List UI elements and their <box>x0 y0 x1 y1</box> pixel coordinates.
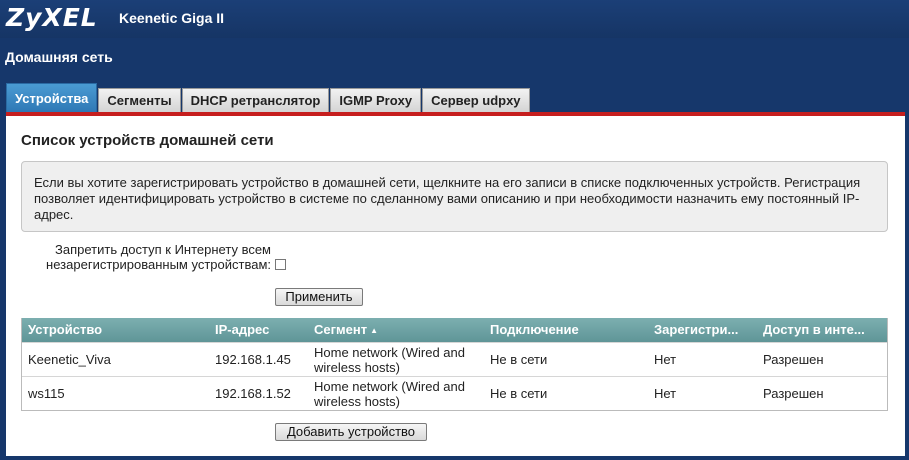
devices-table: Устройство IP-адрес Сегмент ▲ Подключение… <box>21 318 888 411</box>
info-box: Если вы хотите зарегистрировать устройст… <box>21 161 888 232</box>
cell-device: Keenetic_Viva <box>28 352 111 367</box>
zyxel-logo: ZyXEL <box>6 3 98 32</box>
tab-bar: Устройства Сегменты DHCP ретранслятор IG… <box>6 83 531 112</box>
col-connection[interactable]: Подключение <box>490 318 640 342</box>
tab-segments[interactable]: Сегменты <box>98 88 181 112</box>
cell-connection: Не в сети <box>490 386 548 401</box>
cell-segment: Home network (Wired and wireless hosts) <box>314 344 465 375</box>
device-model: Keenetic Giga II <box>119 10 225 26</box>
content-panel: Список устройств домашней сети Если вы х… <box>6 116 905 456</box>
cell-ip: 192.168.1.45 <box>215 352 291 367</box>
col-segment-label: Сегмент <box>314 322 368 337</box>
table-header: Устройство IP-адрес Сегмент ▲ Подключение… <box>22 318 887 342</box>
cell-access: Разрешен <box>763 386 824 401</box>
col-registered[interactable]: Зарегистри... <box>654 318 754 342</box>
panel-title: Список устройств домашней сети <box>21 132 274 149</box>
tab-igmp-proxy[interactable]: IGMP Proxy <box>330 88 422 112</box>
block-unregistered-label: Запретить доступ к Интернету всем незаре… <box>21 242 271 272</box>
tab-udpxy-server[interactable]: Сервер udpxy <box>422 88 530 112</box>
table-row[interactable]: Keenetic_Viva 192.168.1.45 Home network … <box>22 342 887 376</box>
tab-devices[interactable]: Устройства <box>6 83 98 112</box>
section-title: Домашняя сеть <box>5 49 113 65</box>
cell-access: Разрешен <box>763 352 824 367</box>
top-bar: ZyXEL Keenetic Giga II <box>0 0 909 38</box>
apply-button[interactable]: Применить <box>275 288 363 306</box>
cell-registered: Нет <box>654 386 677 401</box>
sort-ascending-icon: ▲ <box>370 325 379 335</box>
add-device-button[interactable]: Добавить устройство <box>275 423 427 441</box>
block-label-line1: Запретить доступ к Интернету всем <box>55 242 271 257</box>
tab-dhcp-relay[interactable]: DHCP ретранслятор <box>181 88 330 112</box>
col-internet-access[interactable]: Доступ в инте... <box>763 318 885 342</box>
block-label-line2: незарегистрированным устройствам: <box>46 257 271 272</box>
cell-registered: Нет <box>654 352 677 367</box>
cell-connection: Не в сети <box>490 352 548 367</box>
col-device[interactable]: Устройство <box>28 318 208 342</box>
col-ip-address[interactable]: IP-адрес <box>215 318 310 342</box>
cell-segment: Home network (Wired and wireless hosts) <box>314 378 465 409</box>
table-row[interactable]: ws115 192.168.1.52 Home network (Wired a… <box>22 376 887 410</box>
col-segment[interactable]: Сегмент ▲ <box>314 318 484 343</box>
cell-ip: 192.168.1.52 <box>215 386 291 401</box>
block-unregistered-checkbox[interactable] <box>275 259 286 270</box>
cell-device: ws115 <box>28 386 65 401</box>
